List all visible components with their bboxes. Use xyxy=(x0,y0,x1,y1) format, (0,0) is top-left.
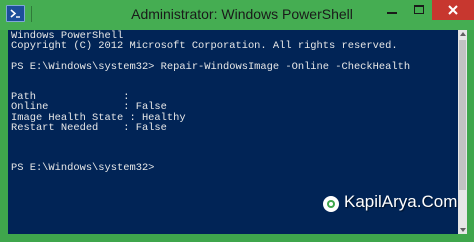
console-line: PS E:\Windows\system32> Repair-WindowsIm… xyxy=(11,60,411,73)
minimize-icon xyxy=(387,12,397,14)
console-line: Copyright (C) 2012 Microsoft Corporation… xyxy=(11,40,398,53)
watermark-text: KapilArya.Com xyxy=(344,192,458,211)
title-bar[interactable]: Administrator: Windows PowerShell xyxy=(0,0,474,30)
scroll-up-arrow-icon[interactable] xyxy=(459,32,466,36)
scroll-thumb[interactable] xyxy=(459,40,466,190)
scroll-down-arrow-icon[interactable] xyxy=(459,228,466,232)
maximize-button[interactable] xyxy=(406,0,432,20)
powershell-window: Administrator: Windows PowerShell Window… xyxy=(0,0,474,242)
console-text: Windows PowerShell Copyright (C) 2012 Mic… xyxy=(11,31,410,174)
close-button[interactable] xyxy=(432,0,474,20)
maximize-icon xyxy=(414,5,424,14)
console-line: PS E:\Windows\system32> xyxy=(11,162,155,175)
console-line: Online : False xyxy=(11,101,167,114)
vertical-scrollbar[interactable] xyxy=(458,30,467,234)
console-line: Restart Needed : False xyxy=(11,121,167,134)
close-icon xyxy=(448,5,458,15)
kapilarya-logo-icon xyxy=(323,196,339,212)
minimize-button[interactable] xyxy=(378,0,406,20)
